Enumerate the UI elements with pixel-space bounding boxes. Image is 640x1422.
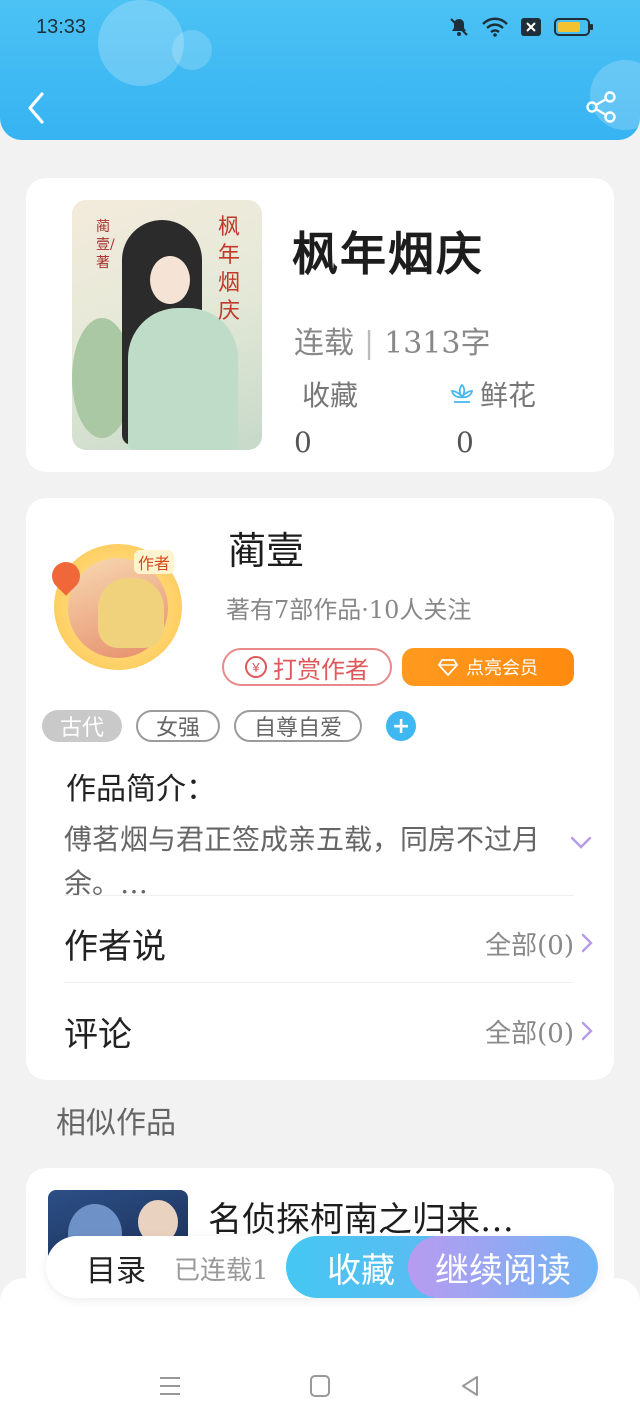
avatar-hair <box>98 578 164 648</box>
decor-bubble <box>172 30 212 70</box>
collect-count: 0 <box>294 426 312 459</box>
author-says-row[interactable]: 作者说 全部(0) <box>64 908 594 978</box>
flower-label: 鲜花 <box>450 374 536 414</box>
divider <box>64 895 574 896</box>
back-button[interactable] <box>22 88 52 128</box>
comments-row[interactable]: 评论 全部(0) <box>64 996 594 1066</box>
book-title: 枫年烟庆 <box>292 227 484 281</box>
tip-author-label: 打赏作者 <box>273 655 369 684</box>
decor-bubble <box>98 0 184 86</box>
add-tag-button[interactable]: + <box>386 711 417 741</box>
meta-separator: | <box>364 326 375 361</box>
author-says-title: 作者说 <box>64 926 166 967</box>
cover-art-face <box>150 256 190 304</box>
comments-count: 全部(0) <box>485 1018 574 1049</box>
book-info-card: 蔺壹/著 枫年烟庆 枫年烟庆 连载 | 1313字 收藏 鲜花 0 0 <box>26 178 614 472</box>
tag-list: 古代 女强 自尊自爱 + <box>42 710 417 742</box>
share-icon <box>586 91 616 123</box>
intro-label: 作品简介： <box>66 772 216 807</box>
comments-title: 评论 <box>64 1014 132 1055</box>
cover-author-text: 蔺壹/著 <box>96 219 115 271</box>
avatar[interactable]: 作者 <box>46 544 182 670</box>
author-card: 作者 蔺壹 著有7部作品·10人关注 ¥ 打赏作者 点亮会员 古代 女强 自尊自… <box>26 498 614 1080</box>
back-triangle-icon[interactable] <box>455 1371 485 1401</box>
book-cover[interactable]: 蔺壹/著 枫年烟庆 <box>72 200 262 450</box>
lotus-flower-icon <box>450 383 474 403</box>
tag-item[interactable]: 古代 <box>42 710 123 742</box>
status-icons <box>448 16 594 38</box>
tip-author-button[interactable]: ¥ 打赏作者 <box>222 648 392 686</box>
book-meta: 连载 | 1313字 <box>294 318 490 362</box>
book-word-count: 1313字 <box>384 326 491 361</box>
home-square-icon[interactable] <box>305 1371 335 1401</box>
author-badge: 作者 <box>134 550 175 574</box>
chevron-right-icon <box>581 1021 593 1041</box>
vip-member-label: 点亮会员 <box>466 658 538 679</box>
divider <box>64 982 574 983</box>
vip-member-button[interactable]: 点亮会员 <box>402 648 574 686</box>
yen-icon: ¥ <box>245 656 267 678</box>
tag-item[interactable]: 自尊自爱 <box>234 710 363 742</box>
menu-icon[interactable] <box>155 1371 185 1401</box>
author-name[interactable]: 蔺壹 <box>228 520 304 575</box>
bottom-action-bar: 目录 已连载1 收藏 继续阅读 <box>46 1236 598 1298</box>
collect-label-text: 收藏 <box>302 379 359 412</box>
book-status: 连载 <box>294 326 354 361</box>
tag-item[interactable]: 女强 <box>136 710 221 742</box>
status-time: 13:33 <box>36 16 87 38</box>
toc-button[interactable]: 目录 <box>86 1246 146 1290</box>
serial-status-text: 已连载1 <box>174 1256 269 1286</box>
author-says-count: 全部(0) <box>485 930 574 961</box>
back-chevron-icon <box>28 92 44 124</box>
wifi-icon <box>482 17 508 37</box>
chevron-right-icon <box>581 933 593 953</box>
author-stats: 著有7部作品·10人关注 <box>226 596 472 624</box>
collect-label: 收藏 <box>302 374 358 414</box>
cover-art-robe <box>128 308 238 450</box>
intro-text: 傅茗烟与君正签成亲五载，同房不过月余。… <box>64 823 541 900</box>
author-says-all: 全部(0) <box>485 925 594 962</box>
app-header: 13:33 <box>0 0 640 140</box>
flower-label-text: 鲜花 <box>480 379 537 412</box>
chevron-down-icon <box>570 836 592 849</box>
close-box-icon <box>521 18 541 36</box>
mute-bell-icon <box>450 18 468 36</box>
comments-all: 全部(0) <box>485 1013 594 1050</box>
flower-count: 0 <box>456 426 474 459</box>
system-nav-bar <box>0 1350 640 1422</box>
cover-title-text: 枫年烟庆 <box>218 215 241 324</box>
diamond-icon <box>438 659 458 676</box>
expand-intro-button[interactable] <box>568 832 594 852</box>
continue-reading-button[interactable]: 继续阅读 <box>408 1236 598 1298</box>
similar-section-title: 相似作品 <box>56 1106 176 1141</box>
battery-icon <box>554 18 593 36</box>
similar-book-title: 名侦探柯南之归来… <box>208 1200 514 1240</box>
share-button[interactable] <box>584 90 618 124</box>
